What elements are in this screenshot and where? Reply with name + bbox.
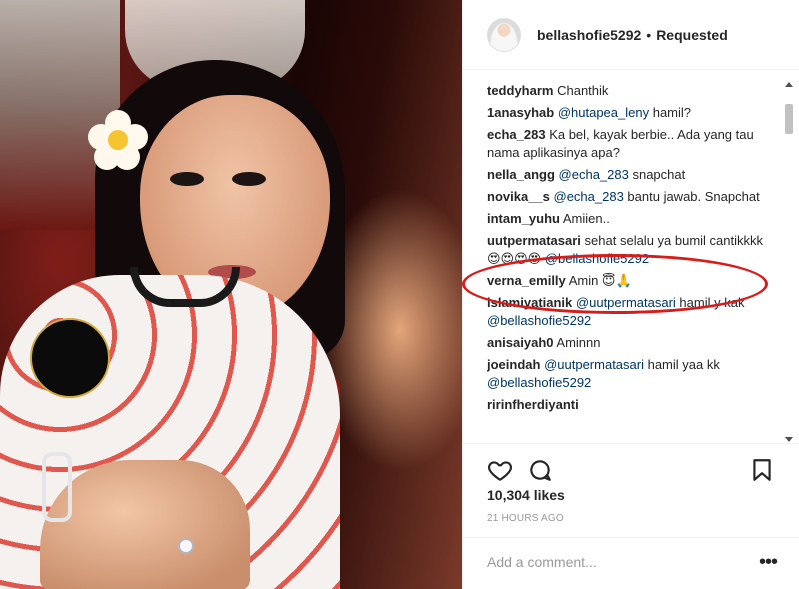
post-actions (463, 443, 799, 493)
comment-text: snapchat (628, 167, 686, 182)
comment-text: hamil? (649, 105, 692, 120)
comment-item: anisaiyah0 Aminnn (487, 334, 777, 352)
post-photo[interactable] (0, 0, 462, 589)
header-separator: • (646, 26, 652, 43)
photo-eye-left (170, 172, 204, 186)
comment-mention-link[interactable]: @echa_283 (559, 167, 629, 182)
comment-item: intam_yuhu Amiien.. (487, 210, 777, 228)
photo-bracelet (42, 452, 72, 522)
heart-icon[interactable] (487, 457, 513, 483)
comment-text: Chanthik (557, 83, 609, 98)
photo-eye-right (232, 172, 266, 186)
comment-item: 1anasyhab @hutapea_leny hamil? (487, 104, 777, 122)
scroll-down-icon[interactable] (785, 437, 793, 442)
comment-username[interactable]: islamiyatianik (487, 295, 572, 310)
comment-text: Amin 😇🙏 (568, 273, 632, 288)
comment-username[interactable]: joeindah (487, 357, 540, 372)
follow-status-button[interactable]: Requested (656, 27, 728, 43)
comment-username[interactable]: echa_283 (487, 127, 546, 142)
photo-ring (178, 538, 194, 554)
comment-text: bantu jawab. Snapchat (623, 189, 760, 204)
comment-username[interactable]: nella_angg (487, 167, 555, 182)
flower-sticker (88, 110, 148, 170)
comment-item: uutpermatasari sehat selalu ya bumil can… (487, 232, 777, 268)
more-options-icon[interactable]: ••• (759, 552, 778, 572)
comment-box: ••• (463, 537, 799, 589)
shirt-badge (30, 318, 110, 398)
comment-username[interactable]: intam_yuhu (487, 211, 560, 226)
comment-item: verna_emilly Amin 😇🙏 (487, 272, 777, 290)
comment-item: ririnfherdiyanti (487, 396, 777, 414)
comment-text: Aminnn (556, 335, 601, 350)
comment-username[interactable]: ririnfherdiyanti (487, 397, 579, 412)
bookmark-icon[interactable] (749, 457, 775, 483)
comment-mention-link[interactable]: @hutapea_leny (558, 105, 649, 120)
comment-username[interactable]: 1anasyhab (487, 105, 554, 120)
header-username[interactable]: bellashofie5292 (537, 27, 641, 43)
comment-username[interactable]: uutpermatasari (487, 233, 581, 248)
comment-text: Amiien.. (562, 211, 610, 226)
post-timestamp[interactable]: 21 HOURS AGO (487, 513, 564, 524)
comments-list[interactable]: teddyharm Chanthik 1anasyhab @hutapea_len… (487, 82, 777, 440)
comment-text: hamil y kak (675, 295, 745, 310)
comment-username[interactable]: teddyharm (487, 83, 553, 98)
comment-mention-link[interactable]: @bellashofie5292 (545, 251, 649, 266)
scroll-up-icon[interactable] (785, 82, 793, 87)
comment-username[interactable]: verna_emilly (487, 273, 566, 288)
comments-scrollbar[interactable] (782, 82, 796, 442)
shirt-collar (130, 267, 240, 307)
post-side-panel: bellashofie5292 • Requested teddyharm Ch… (462, 0, 799, 589)
comment-item: islamiyatianik @uutpermatasari hamil y k… (487, 294, 777, 330)
comment-item: echa_283 Ka bel, kayak berbie.. Ada yang… (487, 126, 777, 162)
comment-username[interactable]: anisaiyah0 (487, 335, 554, 350)
comment-text: hamil yaa kk (643, 357, 720, 372)
comment-item: joeindah @uutpermatasari hamil yaa kk @b… (487, 356, 777, 392)
comment-mention-link[interactable]: @bellashofie5292 (487, 375, 591, 390)
likes-count[interactable]: 10,304 likes (487, 487, 565, 503)
comment-input[interactable] (487, 554, 747, 570)
scroll-thumb[interactable] (785, 104, 793, 134)
avatar[interactable] (487, 17, 521, 52)
comment-item: teddyharm Chanthik (487, 82, 777, 100)
comment-mention-link[interactable]: @bellashofie5292 (487, 313, 591, 328)
comment-icon[interactable] (527, 457, 553, 483)
post-header: bellashofie5292 • Requested (463, 0, 799, 70)
comment-item: nella_angg @echa_283 snapchat (487, 166, 777, 184)
comment-mention-link[interactable]: @echa_283 (554, 189, 624, 204)
comment-mention-link[interactable]: @uutpermatasari (544, 357, 644, 372)
comment-mention-link[interactable]: @uutpermatasari (576, 295, 676, 310)
comment-item: novika__s @echa_283 bantu jawab. Snapcha… (487, 188, 777, 206)
comment-username[interactable]: novika__s (487, 189, 550, 204)
